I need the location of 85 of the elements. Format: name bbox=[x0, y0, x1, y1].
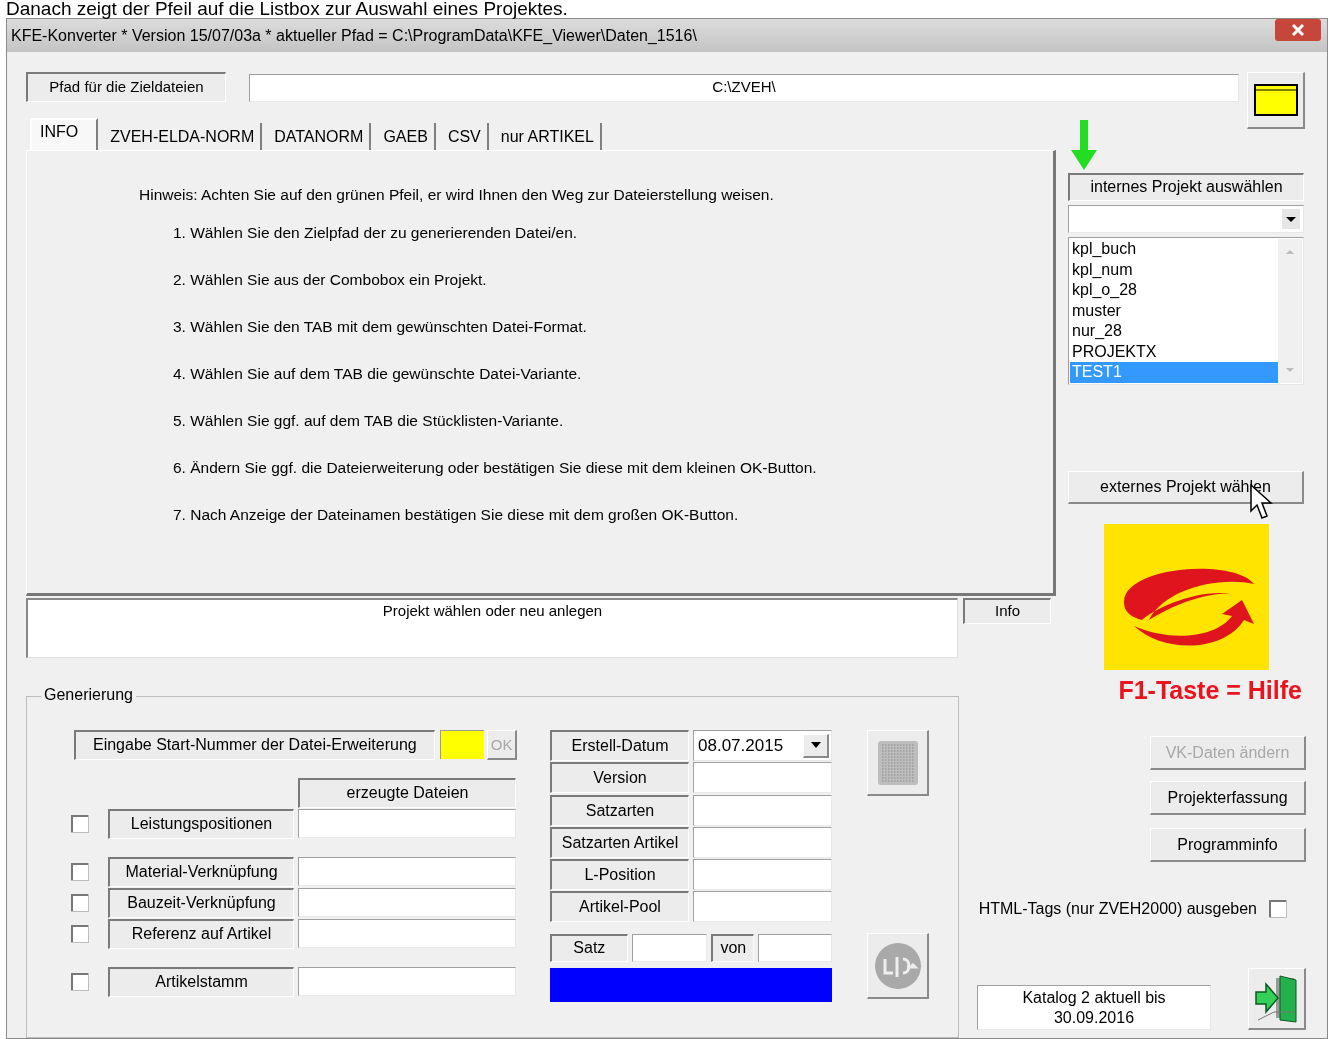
folder-icon bbox=[1253, 84, 1298, 116]
step-text: 1. Wählen Sie den Zielpfad der zu generierenden Datei/en. bbox=[173, 224, 579, 243]
confirm-button[interactable] bbox=[867, 933, 929, 999]
file-name-field[interactable] bbox=[298, 967, 516, 996]
tab[interactable]: GAEB bbox=[377, 123, 436, 150]
list-item[interactable]: PROJEKTX bbox=[1070, 341, 1278, 362]
detail-label: L-Position bbox=[550, 859, 689, 891]
checkbox[interactable] bbox=[71, 814, 89, 833]
start-number-label: Eingabe Start-Nummer der Datei-Erweiterung bbox=[74, 730, 435, 760]
project-label: internes Projekt auswählen bbox=[1068, 173, 1304, 201]
step-text: 5. Wählen Sie ggf. auf dem TAB die Stücklisten-Variante. bbox=[173, 412, 565, 431]
file-name-field[interactable] bbox=[298, 888, 516, 917]
tab[interactable]: nur ARTIKEL bbox=[494, 123, 602, 150]
date-field[interactable]: 08.07.2015 bbox=[693, 730, 832, 761]
checkbox[interactable] bbox=[71, 972, 89, 991]
folder-button[interactable] bbox=[1247, 72, 1305, 129]
group-title: Generierung bbox=[41, 686, 136, 704]
e-logo-icon bbox=[1104, 524, 1269, 670]
hint-text: Hinweis: Achten Sie auf den grünen Pfeil, er wird Ihnen den Weg zur Dateierstellung weisen. bbox=[139, 186, 775, 204]
output-label: Artikelstamm bbox=[108, 966, 294, 997]
detail-label: Satzarten Artikel bbox=[550, 826, 689, 858]
list-item[interactable]: nur_28 bbox=[1070, 321, 1278, 342]
html-tags-label: HTML-Tags (nur ZVEH2000) ausgeben bbox=[978, 900, 1257, 918]
down-arrow-icon bbox=[1071, 120, 1097, 170]
caption-text: Danach zeigt der Pfeil auf die Listbox zur Auswahl eines Projektes. bbox=[6, 0, 568, 18]
record-label: Satz bbox=[550, 933, 628, 962]
total-field[interactable] bbox=[758, 933, 832, 962]
checkbox[interactable] bbox=[1269, 900, 1287, 918]
tab[interactable]: INFO bbox=[30, 118, 99, 150]
caret-icon bbox=[809, 741, 822, 749]
checkbox[interactable] bbox=[71, 893, 89, 912]
output-label: Referenz auf Artikel bbox=[108, 918, 294, 949]
detail-label: Satzarten bbox=[550, 794, 689, 826]
project-list[interactable]: kpl_buch kpl_num kpl_o_28 muster nur_28 PROJEKTX TEST1 bbox=[1068, 237, 1304, 385]
exit-door-icon bbox=[1253, 973, 1300, 1024]
file-name-field[interactable] bbox=[298, 919, 516, 948]
list-item[interactable]: muster bbox=[1070, 300, 1278, 321]
list-item[interactable]: kpl_o_28 bbox=[1070, 280, 1278, 301]
grid-button[interactable] bbox=[867, 730, 929, 796]
step-text: 2. Wählen Sie aus der Combobox ein Projekt. bbox=[173, 271, 488, 290]
detail-field[interactable] bbox=[693, 891, 832, 923]
path-field[interactable]: C:\ZVEH\ bbox=[249, 74, 1239, 102]
output-label: Bauzeit-Verknüpfung bbox=[108, 887, 294, 918]
side-button[interactable]: Programminfo bbox=[1150, 828, 1306, 862]
disc-icon bbox=[872, 940, 923, 991]
catalog-info: Katalog 2 aktuell bis 30.09.2016 bbox=[977, 985, 1211, 1030]
detail-label: Artikel-Pool bbox=[550, 891, 689, 923]
scrollbar[interactable] bbox=[1278, 239, 1302, 383]
dropdown-button[interactable] bbox=[803, 733, 829, 758]
list-item[interactable]: kpl_num bbox=[1070, 259, 1278, 280]
detail-field[interactable] bbox=[693, 859, 832, 891]
checkbox[interactable] bbox=[71, 924, 89, 943]
detail-label: Version bbox=[550, 762, 689, 794]
detail-label: Erstell-Datum bbox=[550, 730, 689, 761]
window-title: KFE-Konverter * Version 15/07/03a * aktueller Pfad = C:\ProgramData\KFE_Viewer\Daten_1516\ bbox=[11, 26, 697, 45]
help-text: F1-Taste = Hilfe bbox=[1118, 676, 1302, 705]
side-button[interactable]: Projekterfassung bbox=[1150, 781, 1306, 815]
step-text: 7. Nach Anzeige der Dateinamen bestätigen Sie diese mit dem großen OK-Button. bbox=[173, 506, 740, 525]
close-icon[interactable] bbox=[1275, 19, 1321, 41]
of-label: von bbox=[711, 933, 755, 962]
tab[interactable]: ZVEH-ELDA-NORM bbox=[104, 123, 263, 150]
status-message: Projekt wählen oder neu anlegen bbox=[26, 598, 958, 658]
dotted-square-icon bbox=[877, 740, 918, 785]
file-name-field[interactable] bbox=[298, 857, 516, 886]
output-label: Material-Verknüpfung bbox=[108, 856, 294, 887]
tab[interactable]: DATANORM bbox=[268, 123, 372, 150]
output-label: Leistungspositionen bbox=[108, 808, 294, 839]
file-name-field[interactable] bbox=[298, 809, 516, 838]
checkbox[interactable] bbox=[71, 862, 89, 881]
path-label: Pfad für die Zieldateien bbox=[26, 72, 226, 102]
caret-icon[interactable] bbox=[1282, 209, 1300, 229]
tab[interactable]: CSV bbox=[441, 123, 489, 150]
detail-field[interactable] bbox=[693, 794, 832, 826]
date-value: 08.07.2015 bbox=[698, 735, 784, 757]
detail-field[interactable] bbox=[693, 762, 832, 794]
step-text: 4. Wählen Sie auf dem TAB die gewünschte Datei-Variante. bbox=[173, 365, 583, 384]
record-field[interactable] bbox=[631, 933, 708, 962]
start-number-field[interactable] bbox=[439, 730, 485, 759]
detail-field[interactable] bbox=[693, 826, 832, 858]
column-header: erzeugte Dateien bbox=[298, 778, 516, 808]
exit-button[interactable] bbox=[1248, 968, 1306, 1030]
step-text: 6. Ändern Sie ggf. die Dateierweiterung oder bestätigen Sie diese mit dem kleinen OK-Button. bbox=[173, 459, 818, 478]
info-label: Info bbox=[963, 598, 1051, 624]
step-text: 3. Wählen Sie den TAB mit dem gewünschten Datei-Format. bbox=[173, 318, 588, 337]
list-item[interactable]: kpl_buch bbox=[1070, 239, 1278, 260]
